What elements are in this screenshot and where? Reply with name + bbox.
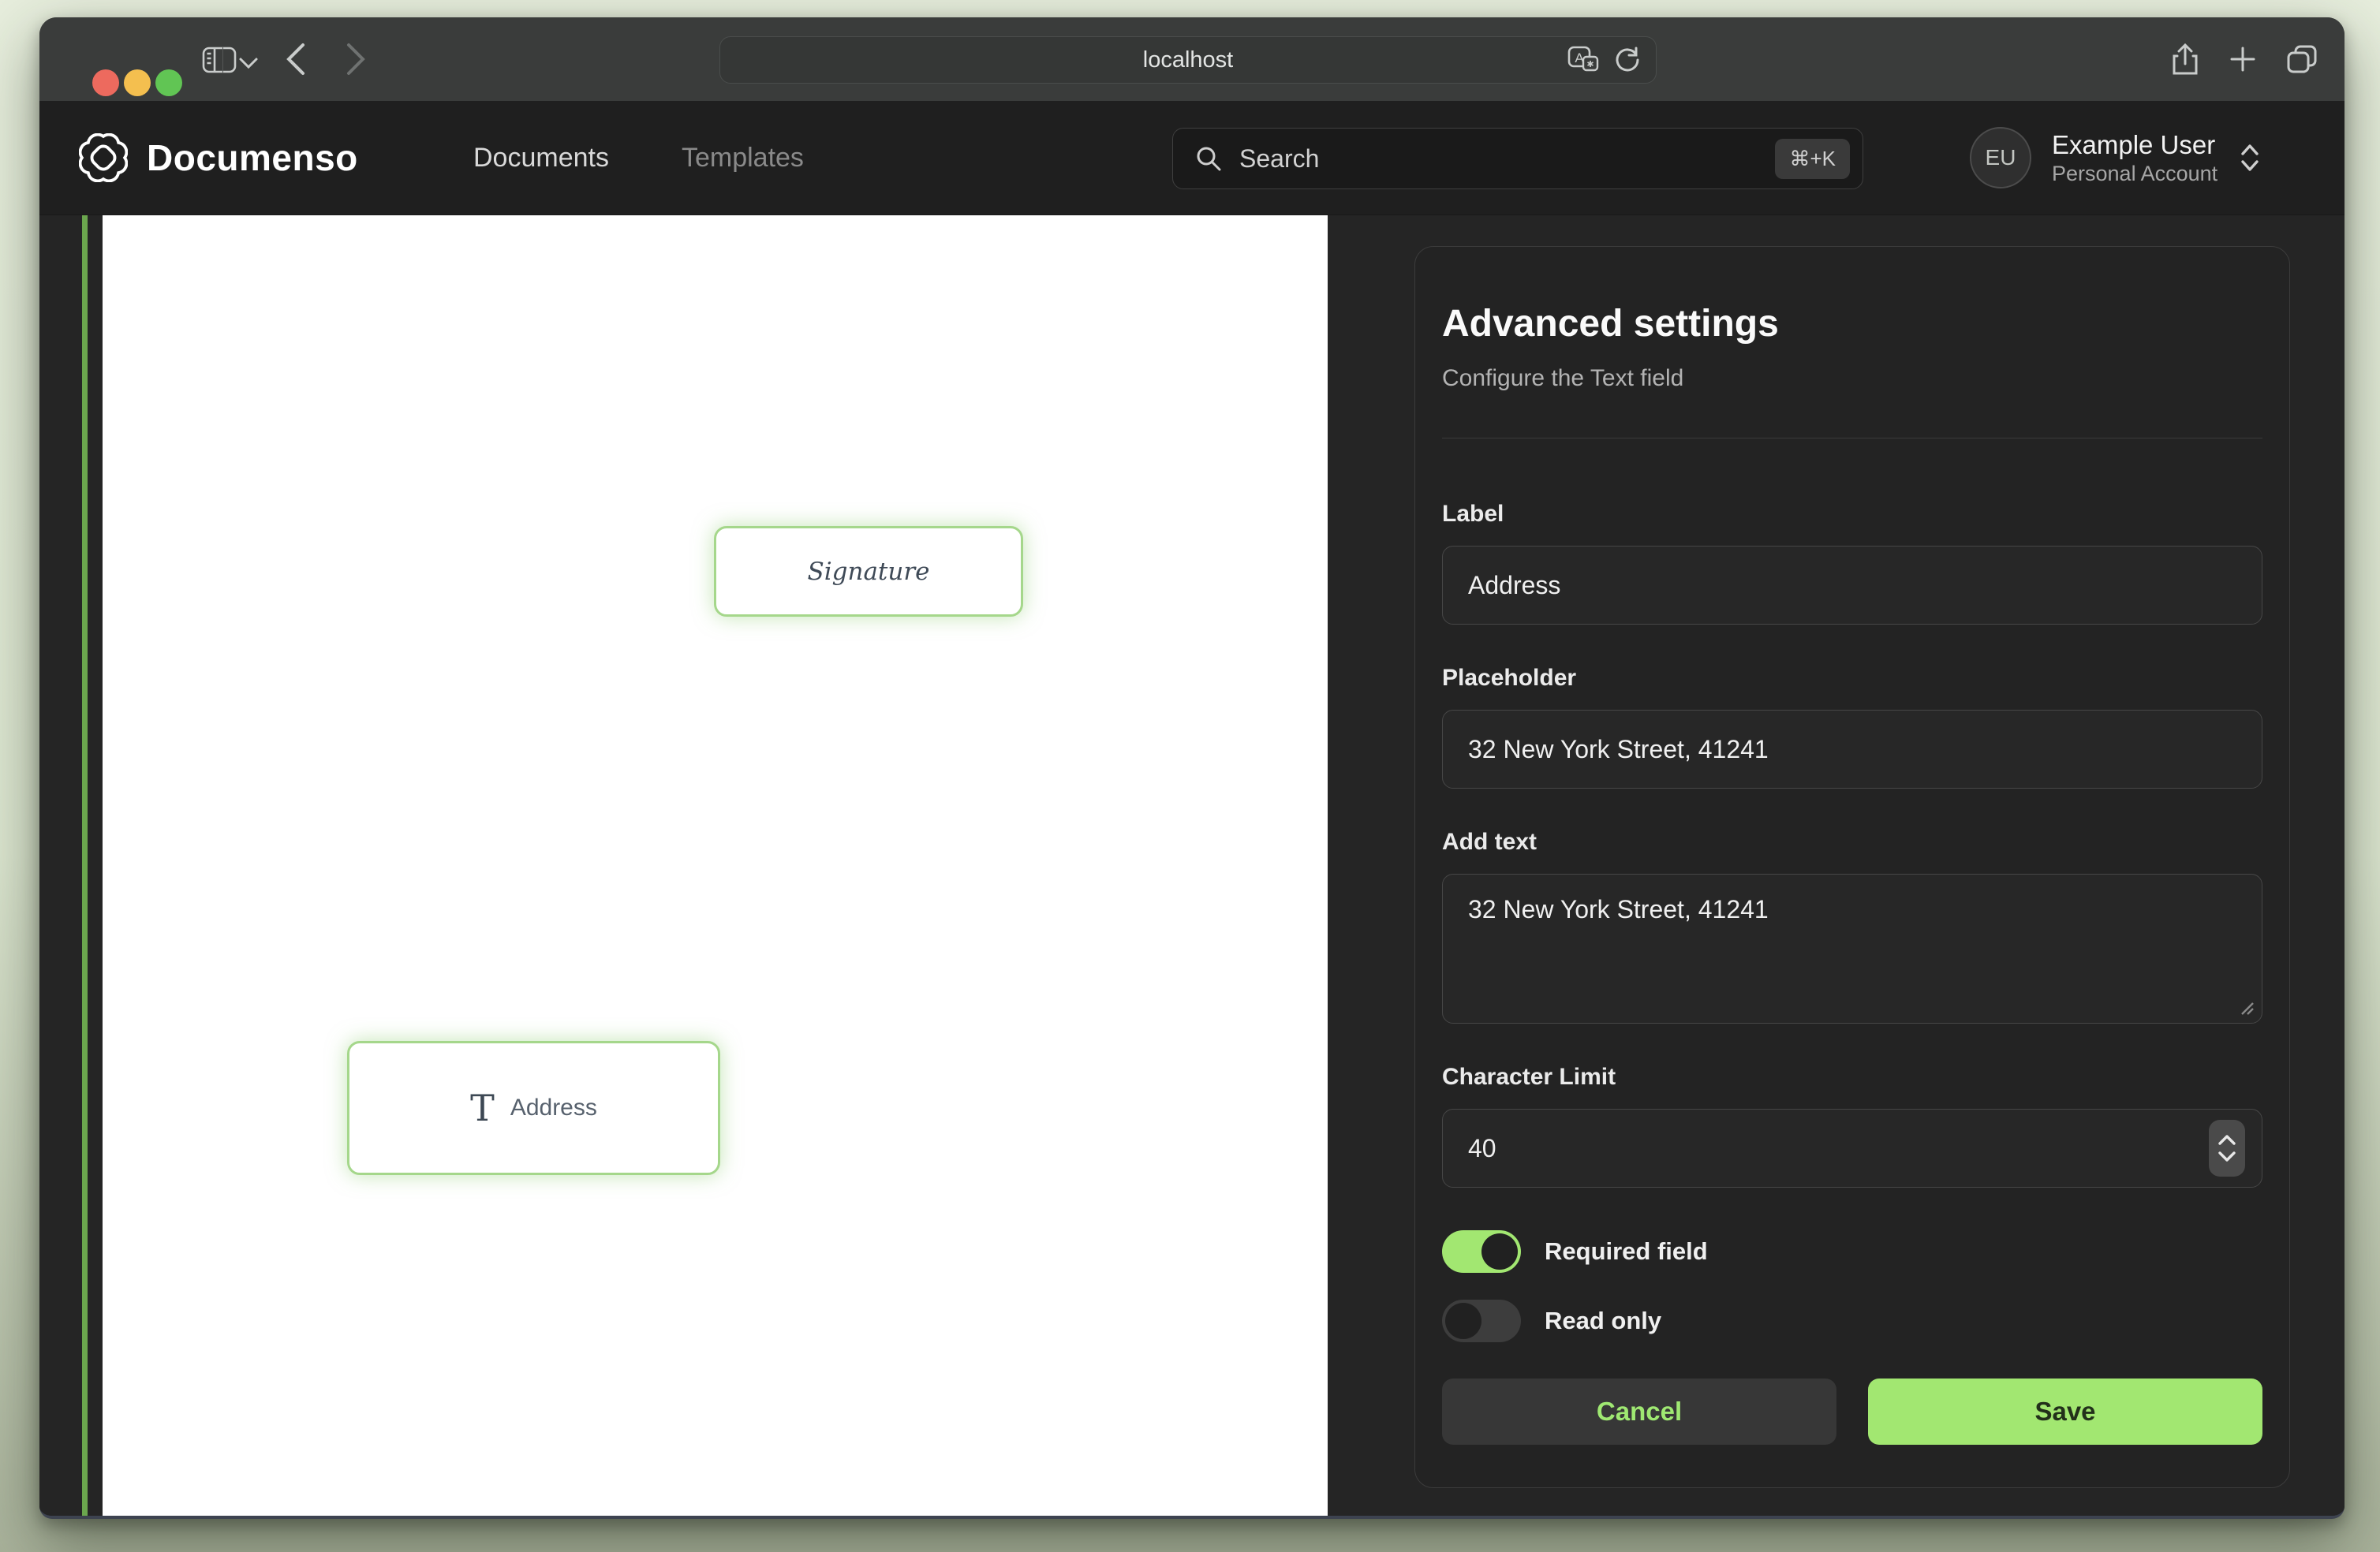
cancel-button[interactable]: Cancel: [1442, 1379, 1836, 1445]
add-text-textarea[interactable]: 32 New York Street, 41241: [1442, 874, 2262, 1024]
fullscreen-window-button[interactable]: [155, 69, 182, 96]
read-only-label: Read only: [1545, 1307, 1661, 1335]
text-field-icon: T: [470, 1087, 495, 1129]
search-icon: [1195, 145, 1222, 172]
character-limit-input[interactable]: [1442, 1109, 2262, 1188]
stepper-down-icon[interactable]: [2217, 1151, 2236, 1162]
close-window-button[interactable]: [92, 69, 119, 96]
share-icon[interactable]: [2171, 43, 2199, 76]
brand-logo[interactable]: Documenso: [79, 101, 358, 215]
user-account-type: Personal Account: [2052, 161, 2217, 188]
add-text-field-label: Add text: [1442, 825, 2262, 860]
placeholder-field-input[interactable]: [1442, 710, 2262, 789]
required-field-toggle[interactable]: [1442, 1230, 1521, 1273]
sidebar-toggle-icon[interactable]: [202, 47, 237, 73]
character-limit-label: Character Limit: [1442, 1060, 2262, 1095]
toggle-knob: [1445, 1303, 1481, 1339]
back-icon[interactable]: [284, 42, 306, 76]
brand-name: Documenso: [147, 136, 358, 179]
document-scroll-indicator: [82, 215, 88, 1516]
read-only-toggle[interactable]: [1442, 1300, 1521, 1342]
required-field-row: Required field: [1442, 1230, 2262, 1273]
url-bar[interactable]: localhost A ✱: [719, 36, 1657, 84]
search-placeholder: Search: [1239, 144, 1758, 173]
number-stepper[interactable]: [2209, 1120, 2245, 1177]
required-field-label: Required field: [1545, 1237, 1708, 1266]
label-field-label: Label: [1442, 497, 2262, 532]
save-button[interactable]: Save: [1868, 1379, 2262, 1445]
content-area: Signature T Address Advanced settings Co…: [39, 215, 2345, 1516]
toolbar-divider: [222, 47, 223, 73]
textarea-resize-handle[interactable]: [2239, 1000, 2255, 1016]
chevrons-up-down-icon: [2238, 142, 2262, 173]
tab-overview-icon[interactable]: [2286, 44, 2318, 74]
signature-field[interactable]: Signature: [714, 526, 1023, 617]
minimize-window-button[interactable]: [124, 69, 151, 96]
user-name: Example User: [2052, 129, 2217, 161]
documenso-logo-icon: [79, 133, 128, 182]
text-field-label: Address: [510, 1095, 597, 1121]
browser-titlebar: localhost A ✱: [39, 17, 2345, 101]
document-page: Signature T Address: [103, 215, 1328, 1516]
stepper-up-icon[interactable]: [2217, 1134, 2236, 1146]
new-tab-icon[interactable]: [2229, 46, 2256, 73]
reload-icon[interactable]: [1613, 46, 1642, 74]
forward-icon[interactable]: [346, 42, 368, 76]
svg-text:✱: ✱: [1586, 60, 1594, 69]
search-shortcut-badge: ⌘+K: [1775, 139, 1850, 179]
search-input[interactable]: Search ⌘+K: [1172, 128, 1863, 189]
nav-documents[interactable]: Documents: [473, 143, 609, 173]
label-field-input[interactable]: [1442, 546, 2262, 625]
account-menu[interactable]: EU Example User Personal Account: [1970, 101, 2262, 215]
toggle-knob: [1481, 1233, 1518, 1270]
browser-window: localhost A ✱: [39, 17, 2345, 1519]
placeholder-field-label: Placeholder: [1442, 661, 2262, 696]
panel-actions: Cancel Save: [1442, 1379, 2262, 1445]
panel-title: Advanced settings: [1442, 302, 2262, 346]
advanced-settings-panel: Advanced settings Configure the Text fie…: [1414, 246, 2290, 1488]
url-text: localhost: [1143, 47, 1233, 73]
text-field-address[interactable]: T Address: [347, 1041, 720, 1175]
chevron-down-icon[interactable]: [238, 57, 259, 69]
main-nav: Documents Templates: [473, 101, 804, 215]
read-only-row: Read only: [1442, 1300, 2262, 1342]
signature-field-label: Signature: [807, 558, 929, 586]
nav-templates[interactable]: Templates: [682, 143, 804, 173]
translate-icon[interactable]: A ✱: [1567, 46, 1601, 74]
app-header: Documenso Documents Templates Search ⌘+K…: [39, 101, 2345, 215]
panel-subtitle: Configure the Text field: [1442, 364, 2262, 394]
avatar: EU: [1970, 127, 2031, 188]
